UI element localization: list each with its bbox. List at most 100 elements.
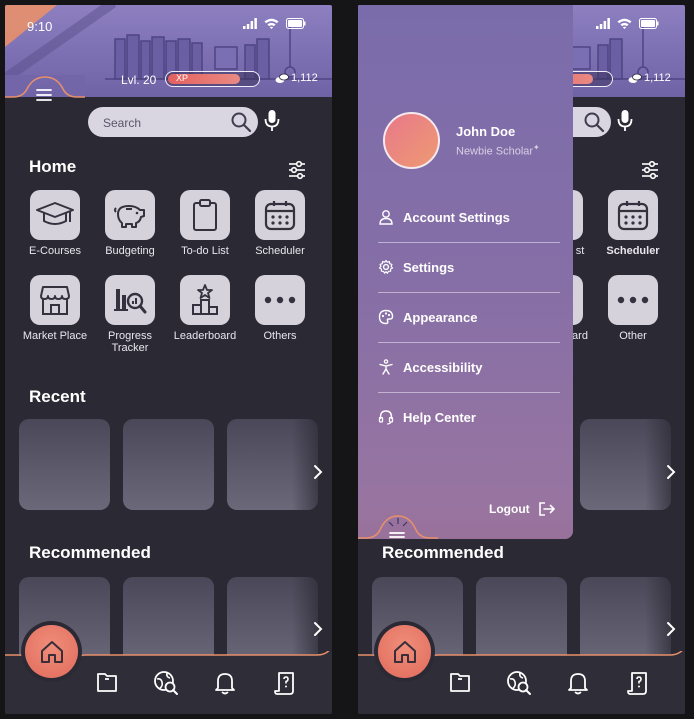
help-scroll-icon[interactable] — [626, 670, 650, 696]
app-tile-e-courses[interactable]: E-Courses — [16, 190, 94, 257]
globe-search-icon[interactable] — [506, 670, 532, 696]
accessibility-icon — [379, 359, 393, 375]
piggy-bank-icon — [114, 205, 145, 228]
filter-settings-icon[interactable] — [287, 160, 307, 180]
side-drawer: John Doe Newbie Scholar✦ Account Setting… — [358, 5, 573, 539]
home-icon — [393, 640, 416, 663]
home-screen-drawer-open: 9:10 Lvl. 20 XP 1,112 st Scheduler ard — [358, 5, 685, 714]
logout-icon — [538, 502, 555, 516]
more-icon — [617, 296, 649, 304]
chevron-right-icon[interactable] — [313, 464, 323, 480]
app-tile-scheduler[interactable]: Scheduler — [594, 190, 672, 257]
search-icon[interactable] — [230, 111, 252, 133]
avatar[interactable] — [383, 112, 440, 169]
clipboard-icon — [193, 199, 217, 231]
menu-item-label: Appearance — [403, 309, 478, 325]
signal-icon — [596, 18, 610, 29]
menu-item-accessibility[interactable]: Accessibility — [378, 342, 560, 392]
xp-progress-bar: XP — [165, 71, 260, 87]
microphone-icon[interactable] — [617, 109, 633, 133]
app-tile-label: Other — [619, 330, 647, 342]
status-icons — [596, 18, 659, 29]
status-icons — [243, 18, 306, 29]
calendar-icon — [617, 201, 649, 231]
menu-item-label: Settings — [403, 259, 455, 275]
logout-button[interactable]: Logout — [489, 501, 556, 517]
folder-icon[interactable] — [95, 670, 119, 694]
menu-item-settings[interactable]: Settings — [378, 242, 560, 292]
menu-item-label: Help Center — [403, 409, 476, 425]
app-tile-label: To-do List — [181, 245, 229, 257]
chevron-right-icon[interactable] — [313, 621, 323, 637]
signal-icon — [243, 18, 257, 29]
app-tile-to-do-list[interactable]: To-do List — [166, 190, 244, 257]
folder-icon[interactable] — [448, 670, 472, 694]
scroll-fade — [645, 415, 685, 515]
app-tile-label: Scheduler — [606, 245, 660, 257]
chevron-right-icon[interactable] — [666, 464, 676, 480]
coins-icon — [275, 73, 289, 83]
wifi-icon — [617, 18, 632, 29]
bell-icon[interactable] — [213, 670, 237, 696]
search-input[interactable]: Search — [103, 116, 141, 130]
menu-item-label: Account Settings — [403, 209, 510, 225]
menu-item-label: Accessibility — [403, 359, 483, 375]
battery-icon — [286, 18, 306, 29]
status-time: 9:10 — [27, 19, 53, 34]
app-tile-label: Leaderboard — [173, 330, 237, 342]
recommended-title: Recommended — [29, 543, 151, 562]
app-tile-leaderboard[interactable]: Leaderboard — [166, 275, 244, 342]
chart-search-icon — [114, 289, 147, 314]
recent-title: Recent — [29, 387, 86, 406]
search-icon[interactable] — [583, 111, 605, 133]
app-tile-label: Progress Tracker — [107, 330, 153, 354]
home-icon — [40, 640, 63, 663]
menu-item-appearance[interactable]: Appearance — [378, 292, 560, 342]
xp-label: XP — [176, 73, 189, 83]
bell-icon[interactable] — [566, 670, 590, 696]
logout-label: Logout — [489, 502, 530, 516]
level-label: Lvl. 20 — [121, 73, 157, 87]
search-bar[interactable]: Search — [88, 107, 258, 137]
app-tile-budgeting[interactable]: Budgeting — [91, 190, 169, 257]
graduation-cap-icon — [36, 202, 74, 225]
more-icon — [264, 296, 296, 304]
app-tile-label: Others — [263, 330, 297, 342]
scroll-fade — [292, 415, 332, 515]
app-tile-scheduler[interactable]: Scheduler — [241, 190, 319, 257]
menu-item-account-settings[interactable]: Account Settings — [378, 192, 560, 242]
user-icon — [379, 210, 393, 225]
app-tile-label: Scheduler — [255, 245, 305, 257]
home-title: Home — [29, 157, 77, 176]
filter-settings-icon[interactable] — [640, 160, 660, 180]
menu-item-help-center[interactable]: Help Center — [378, 392, 560, 442]
globe-search-icon[interactable] — [153, 670, 179, 696]
storefront-icon — [40, 286, 70, 315]
home-nav-button[interactable] — [378, 625, 431, 678]
recent-card[interactable] — [19, 419, 110, 510]
help-scroll-icon[interactable] — [273, 670, 297, 696]
coin-balance: 1,112 — [628, 72, 671, 84]
chevron-right-icon[interactable] — [666, 621, 676, 637]
app-tile-label: Budgeting — [105, 245, 155, 257]
battery-icon — [639, 18, 659, 29]
coin-balance: 1,112 — [275, 72, 318, 84]
microphone-icon[interactable] — [264, 109, 280, 133]
app-tile-others[interactable]: Others — [241, 275, 319, 342]
home-nav-button[interactable] — [25, 625, 78, 678]
user-rank: Newbie Scholar✦ — [456, 143, 540, 158]
app-tile-label: Market Place — [22, 330, 88, 342]
xp-status-row: Lvl. 20 XP 1,112 — [5, 71, 332, 95]
coins-icon — [628, 73, 642, 83]
palette-icon — [378, 309, 394, 325]
calendar-icon — [264, 201, 296, 231]
coin-count: 1,112 — [644, 72, 671, 84]
app-tile-market-place[interactable]: Market Place — [16, 275, 94, 342]
coin-count: 1,112 — [291, 72, 318, 84]
user-name: John Doe — [456, 124, 516, 139]
app-tile-progress-tracker[interactable]: Progress Tracker — [91, 275, 169, 354]
app-tile-other[interactable]: Other — [594, 275, 672, 342]
recent-card[interactable] — [123, 419, 214, 510]
menu-icon[interactable] — [388, 531, 406, 539]
sparkle-icon: ✦ — [533, 143, 540, 152]
